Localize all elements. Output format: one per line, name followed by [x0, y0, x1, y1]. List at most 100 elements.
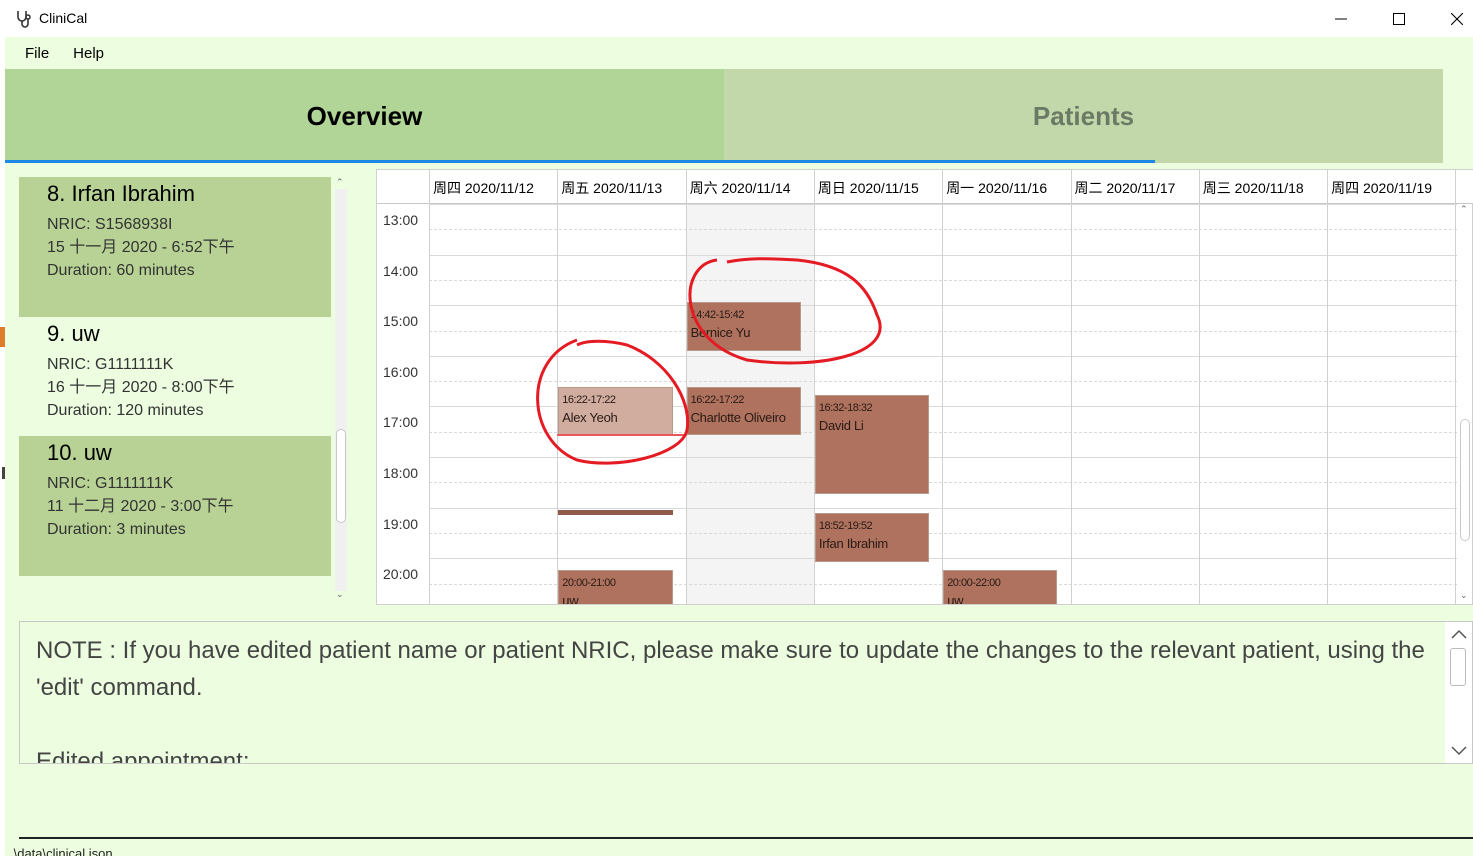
appointment-time: 16:32-18:32: [818, 401, 873, 414]
appointment-duration: Duration: 3 minutes: [47, 521, 186, 538]
appointment-time: 18:52-19:52: [818, 520, 873, 533]
scrollbar-thumb[interactable]: [336, 429, 346, 523]
result-line: 'edit' command.: [36, 674, 203, 701]
appointment-patient: Charlotte Oliveiro: [690, 409, 786, 425]
day-header: 周五 2020/11/13: [561, 180, 663, 196]
scroll-up-icon[interactable]: ⌃: [1460, 204, 1468, 215]
appointment-nric: NRIC: S1568938I: [47, 216, 173, 233]
day-column-divider: [1327, 170, 1329, 204]
appointment-patient: Irfan Ibrahim: [818, 536, 888, 552]
time-label: 17:00: [383, 414, 419, 431]
command-box-underline: [19, 837, 1473, 839]
appointment-datetime: 11 十二月 2020 - 3:00下午: [47, 498, 234, 515]
appointment-patient: Alex Yeoh: [562, 409, 618, 425]
day-column-divider: [1070, 204, 1072, 604]
day-header: 周一 2020/11/16: [946, 180, 1048, 196]
time-label: 18:00: [383, 465, 419, 481]
status-bar-path: .\data\clinical.json: [10, 846, 113, 856]
close-button[interactable]: [1428, 0, 1473, 37]
appointment-time: 14:42-15:42: [690, 309, 745, 322]
current-time-indicator: [557, 434, 686, 437]
calendar-appointment[interactable]: [558, 510, 673, 516]
day-column-divider: [1198, 170, 1200, 204]
appointment-patient: uw: [562, 593, 579, 604]
day-column-divider: [942, 204, 944, 604]
appointment-nric: NRIC: G1111111K: [47, 475, 174, 492]
minimize-icon: [1335, 18, 1347, 19]
calendar-appointment[interactable]: 16:32-18:32 David Li: [814, 394, 930, 494]
title-bar: CliniCal: [0, 0, 1473, 37]
appointment-duration: Duration: 120 minutes: [47, 402, 204, 419]
maximize-icon: [1393, 12, 1405, 25]
calendar-appointment[interactable]: 18:52-19:52 Irfan Ibrahim: [814, 513, 930, 562]
day-column-divider: [429, 170, 430, 204]
result-line: NOTE : If you have edited patient name o…: [36, 637, 1425, 664]
result-text: NOTE : If you have edited patient name o…: [36, 632, 1426, 764]
appointment-patient: David Li: [818, 417, 864, 433]
tab-patients[interactable]: Patients: [724, 69, 1443, 163]
list-item[interactable]: 8. Irfan Ibrahim NRIC: S1568938I 15 十一月 …: [19, 177, 331, 317]
scroll-down-icon[interactable]: ⌄: [1460, 590, 1468, 601]
result-display[interactable]: NOTE : If you have edited patient name o…: [19, 621, 1473, 764]
scroll-down-icon[interactable]: [1445, 739, 1473, 761]
scrollbar-thumb[interactable]: [1460, 419, 1470, 541]
scroll-up-icon[interactable]: ⌃: [336, 177, 344, 188]
day-column-divider: [942, 170, 944, 204]
day-column-divider: [685, 170, 687, 204]
result-line: Edited appointment:: [36, 748, 250, 764]
day-header: 周四 2020/11/12: [433, 180, 534, 196]
day-header: 周四 2020/11/19: [1331, 180, 1433, 196]
day-column-divider: [1070, 170, 1072, 204]
day-column-divider: [1455, 170, 1457, 204]
calendar-view: 周四 2020/11/12 周五 2020/11/13 周六 2020/11/14 周…: [376, 169, 1473, 605]
tab-underline: [5, 160, 1155, 163]
appointment-datetime: 15 十一月 2020 - 6:52下午: [47, 239, 235, 256]
day-header: 周日 2020/11/15: [817, 180, 919, 196]
appointment-patient: Bernice Yu: [690, 325, 751, 341]
menu-file[interactable]: File: [5, 45, 61, 62]
time-label: 19:00: [383, 515, 419, 532]
scroll-up-icon[interactable]: [1445, 624, 1473, 646]
time-label: 16:00: [383, 363, 419, 380]
appointment-nric: NRIC: G1111111K: [47, 356, 174, 373]
calendar-appointment[interactable]: 16:22-17:22 Alex Yeoh: [558, 386, 673, 436]
day-column-divider: [1327, 204, 1329, 604]
calendar-body[interactable]: 13:00 14:00 15:00 16:00 17:00 18:00 19:00 20:00…: [377, 204, 1457, 604]
time-label: 13:00: [383, 212, 419, 228]
calendar-appointment[interactable]: 20:00-22:00 uw: [943, 570, 1058, 604]
menu-bar: File Help: [5, 37, 116, 69]
tab-overview[interactable]: Overview: [5, 69, 724, 163]
menu-help[interactable]: Help: [61, 45, 116, 62]
stethoscope-icon: [17, 11, 31, 28]
time-label: 20:00: [383, 566, 419, 583]
appointment-datetime: 16 十一月 2020 - 8:00下午: [47, 379, 235, 396]
day-column-divider: [1198, 204, 1200, 604]
appointment-time: 20:00-22:00: [947, 577, 1001, 590]
result-scrollbar[interactable]: [1445, 622, 1473, 763]
day-column-divider: [813, 170, 815, 204]
window-title: CliniCal: [39, 10, 88, 26]
minimize-button[interactable]: [1312, 0, 1370, 37]
list-scrollbar[interactable]: ⌃ ⌄: [333, 177, 349, 603]
appointment-duration: Duration: 60 minutes: [47, 262, 195, 279]
maximize-button[interactable]: [1370, 0, 1428, 37]
appointment-header: 8. Irfan Ibrahim: [47, 181, 195, 206]
scroll-down-icon[interactable]: ⌄: [336, 589, 344, 600]
scrollbar-track[interactable]: [335, 189, 347, 591]
time-label: 15:00: [383, 313, 419, 330]
appointment-list[interactable]: 8. Irfan Ibrahim NRIC: S1568938I 15 十一月 …: [19, 177, 331, 603]
day-header: 周三 2020/11/18: [1202, 180, 1304, 196]
calendar-appointment[interactable]: 14:42-15:42 Bernice Yu: [686, 302, 801, 351]
calendar-appointment[interactable]: 20:00-21:00 uw: [558, 570, 673, 604]
list-item[interactable]: 10. uw NRIC: G1111111K 11 十二月 2020 - 3:0…: [19, 436, 331, 576]
calendar-scrollbar[interactable]: ⌃ ⌄: [1457, 204, 1473, 604]
close-icon: [1451, 12, 1463, 25]
day-header: 周六 2020/11/14: [689, 180, 791, 196]
appointment-header: 9. uw: [47, 321, 100, 346]
calendar-appointment[interactable]: 16:22-17:22 Charlotte Oliveiro: [686, 386, 801, 436]
tab-bar: Overview Patients: [5, 69, 1443, 163]
appointment-patient: uw: [947, 593, 964, 604]
calendar-header: 周四 2020/11/12 周五 2020/11/13 周六 2020/11/14 周…: [377, 170, 1473, 204]
scrollbar-thumb[interactable]: [1450, 648, 1466, 686]
appointment-time: 16:22-17:22: [690, 393, 745, 406]
